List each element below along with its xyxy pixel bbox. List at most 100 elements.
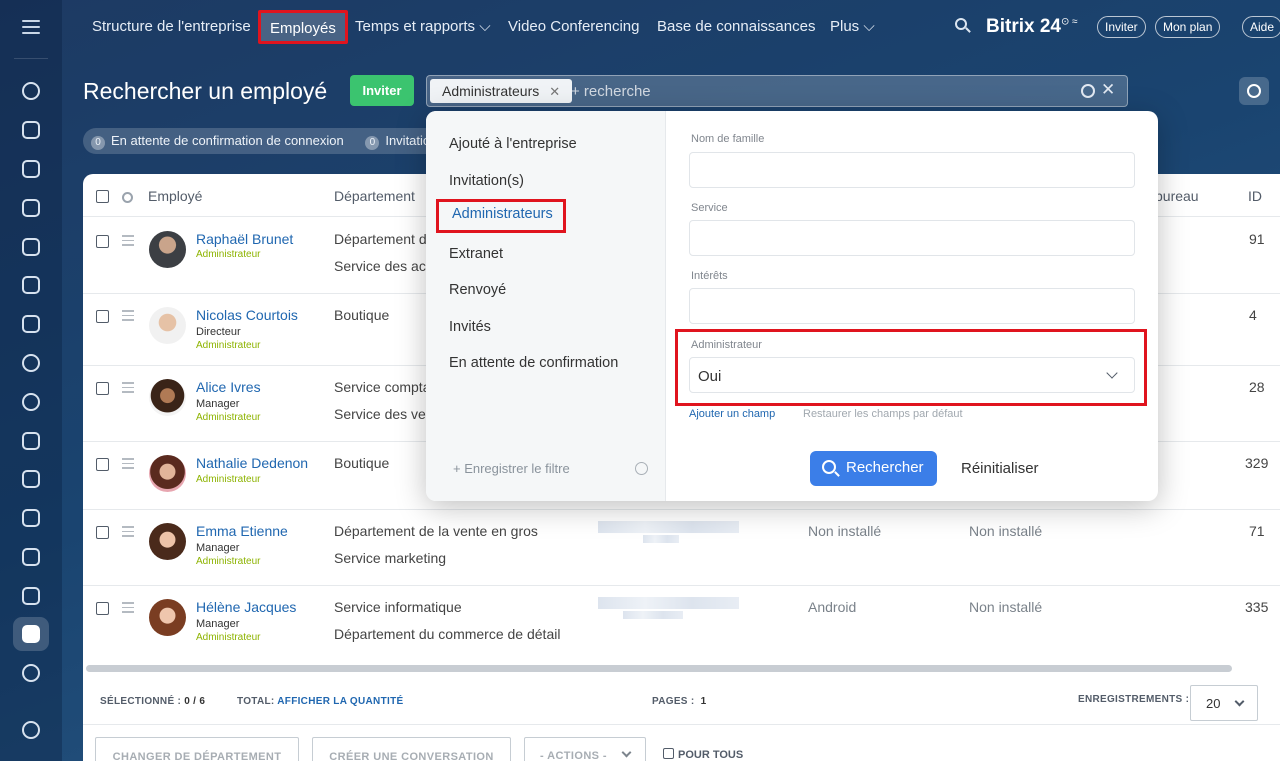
tasks-icon[interactable] bbox=[0, 150, 62, 189]
preset-invitations[interactable]: Invitation(s) bbox=[449, 173, 524, 189]
search-button[interactable]: Rechercher bbox=[810, 451, 937, 486]
row-checkbox[interactable] bbox=[96, 310, 109, 323]
row-checkbox[interactable] bbox=[96, 526, 109, 539]
search-icon[interactable] bbox=[955, 18, 971, 34]
crm-icon[interactable] bbox=[0, 382, 62, 421]
preset-administrators[interactable]: Administrateurs bbox=[436, 199, 566, 233]
calendar-icon[interactable] bbox=[0, 188, 62, 227]
nav-employees[interactable]: Employés bbox=[258, 10, 348, 44]
table-row[interactable]: Hélène Jacques Manager Administrateur Se… bbox=[83, 586, 1280, 662]
restore-fields-link[interactable]: Restaurer les champs par défaut bbox=[803, 408, 963, 420]
close-icon[interactable]: ✕ bbox=[1101, 80, 1115, 100]
avatar[interactable] bbox=[149, 599, 186, 636]
save-filter-button[interactable]: + Enregistrer le filtre bbox=[453, 461, 570, 476]
drag-handle-icon[interactable] bbox=[122, 382, 134, 396]
drag-handle-icon[interactable] bbox=[122, 602, 134, 616]
pending-label[interactable]: En attente de confirmation de connexion bbox=[111, 133, 344, 148]
admin-select[interactable]: Oui bbox=[689, 357, 1135, 393]
employee-name[interactable]: Hélène Jacques bbox=[196, 599, 296, 615]
groups-icon[interactable] bbox=[0, 344, 62, 383]
employee-name[interactable]: Raphaël Brunet bbox=[196, 231, 293, 247]
employee-name[interactable]: Nicolas Courtois bbox=[196, 307, 298, 323]
show-quantity-link[interactable]: AFFICHER LA QUANTITÉ bbox=[277, 696, 403, 707]
help-pill[interactable]: Aide bbox=[1242, 16, 1280, 38]
employee-name[interactable]: Nathalie Dedenon bbox=[196, 455, 308, 471]
horizontal-scrollbar[interactable] bbox=[86, 665, 1232, 672]
feed-icon[interactable] bbox=[0, 72, 62, 111]
row-checkbox[interactable] bbox=[96, 382, 109, 395]
drag-handle-icon[interactable] bbox=[122, 310, 134, 324]
actions-select[interactable]: - ACTIONS - bbox=[524, 737, 646, 761]
service-field[interactable] bbox=[689, 220, 1135, 256]
filter-chip[interactable]: Administrateurs ✕ bbox=[430, 79, 573, 103]
col-office[interactable]: bureau bbox=[1155, 188, 1199, 204]
table-row[interactable]: Emma Etienne Manager Administrateur Dépa… bbox=[83, 510, 1280, 586]
nav-company-structure[interactable]: Structure de l'entreprise bbox=[92, 18, 251, 35]
interests-field[interactable] bbox=[689, 288, 1135, 324]
preset-pending-confirmation[interactable]: En attente de confirmation bbox=[449, 355, 618, 371]
pages-label: PAGES : bbox=[652, 696, 695, 707]
drag-handle-icon[interactable] bbox=[122, 458, 134, 472]
search-input[interactable]: + recherche bbox=[571, 83, 651, 100]
gear-icon[interactable] bbox=[635, 462, 648, 475]
chat-icon[interactable] bbox=[0, 111, 62, 150]
drag-handle-icon[interactable] bbox=[122, 526, 134, 540]
preset-extranet[interactable]: Extranet bbox=[449, 246, 503, 262]
my-plan-pill[interactable]: Mon plan bbox=[1155, 16, 1221, 38]
col-department[interactable]: Département bbox=[334, 188, 415, 204]
nav-video-conferencing[interactable]: Video Conferencing bbox=[508, 18, 639, 35]
menu-icon[interactable] bbox=[22, 20, 40, 38]
employee-name[interactable]: Alice Ivres bbox=[196, 379, 261, 395]
drive-icon[interactable] bbox=[0, 266, 62, 305]
for-all-checkbox[interactable]: POUR TOUS bbox=[663, 748, 743, 761]
row-checkbox[interactable] bbox=[96, 602, 109, 615]
close-icon[interactable]: ✕ bbox=[549, 84, 560, 99]
avatar[interactable] bbox=[149, 231, 186, 268]
settings-icon[interactable] bbox=[22, 721, 40, 739]
document-icon[interactable] bbox=[0, 227, 62, 266]
row-checkbox[interactable] bbox=[96, 235, 109, 248]
nav-knowledge-base[interactable]: Base de connaissances bbox=[657, 18, 815, 35]
preset-dismissed[interactable]: Renvoyé bbox=[449, 282, 506, 298]
col-employee[interactable]: Employé bbox=[148, 188, 202, 204]
box-icon[interactable] bbox=[0, 538, 62, 577]
avatar[interactable] bbox=[149, 523, 186, 560]
avatar[interactable] bbox=[149, 307, 186, 344]
employee-role: Administrateur bbox=[196, 632, 261, 643]
drag-handle-icon[interactable] bbox=[122, 235, 134, 249]
status-counters[interactable]: 0 En attente de confirmation de connexion… bbox=[83, 128, 443, 154]
change-department-button[interactable]: CHANGER DE DÉPARTEMENT bbox=[95, 737, 299, 761]
add-field-link[interactable]: Ajouter un champ bbox=[689, 408, 775, 420]
search-icon[interactable] bbox=[1081, 84, 1095, 98]
nav-time-reports[interactable]: Temps et rapports ⌵ bbox=[355, 18, 491, 35]
checklist-icon[interactable] bbox=[0, 460, 62, 499]
page-title: Rechercher un employé bbox=[83, 78, 328, 104]
filter-icon[interactable] bbox=[0, 499, 62, 538]
records-per-page-select[interactable]: 20 bbox=[1190, 685, 1258, 721]
preset-added-to-company[interactable]: Ajouté à l'entreprise bbox=[449, 136, 577, 152]
invitations-label[interactable]: Invitatio bbox=[385, 133, 430, 148]
redacted-contact bbox=[643, 535, 679, 543]
nav-more[interactable]: Plus ⌵ bbox=[830, 18, 875, 35]
robot-icon[interactable] bbox=[0, 653, 62, 692]
pages-value[interactable]: 1 bbox=[701, 696, 707, 707]
create-conversation-button[interactable]: CRÉER UNE CONVERSATION bbox=[312, 737, 511, 761]
reset-button[interactable]: Réinitialiser bbox=[961, 460, 1039, 477]
avatar[interactable] bbox=[149, 379, 186, 416]
sites-icon[interactable] bbox=[0, 421, 62, 460]
employees-icon[interactable] bbox=[13, 617, 49, 652]
row-checkbox[interactable] bbox=[96, 458, 109, 471]
avatar[interactable] bbox=[149, 455, 186, 492]
gear-icon[interactable] bbox=[122, 192, 133, 203]
cart-icon[interactable] bbox=[0, 576, 62, 615]
select-all-checkbox[interactable] bbox=[96, 190, 109, 203]
grid-settings-button[interactable] bbox=[1239, 77, 1269, 105]
filter-bar[interactable]: Administrateurs ✕ + recherche ✕ bbox=[426, 75, 1128, 107]
invite-pill[interactable]: Inviter bbox=[1097, 16, 1146, 38]
employee-name[interactable]: Emma Etienne bbox=[196, 523, 288, 539]
preset-guests[interactable]: Invités bbox=[449, 319, 491, 335]
invite-button[interactable]: Inviter bbox=[350, 75, 414, 106]
lastname-field[interactable] bbox=[689, 152, 1135, 188]
mail-icon[interactable] bbox=[0, 305, 62, 344]
col-id[interactable]: ID bbox=[1248, 188, 1262, 204]
